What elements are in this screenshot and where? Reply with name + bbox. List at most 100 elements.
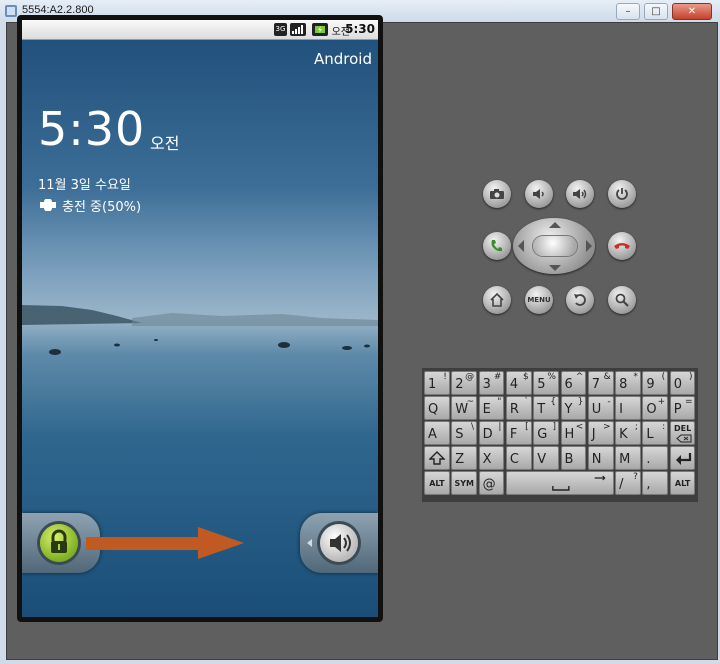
key-label: C — [509, 452, 519, 467]
key-label: 3 — [482, 377, 491, 392]
dpad-down-icon[interactable] — [549, 265, 561, 271]
key-f[interactable]: F[ — [505, 421, 532, 445]
key-alt-label: ] — [552, 422, 556, 432]
sound-tab[interactable] — [300, 513, 378, 573]
key-4[interactable]: 4 $ — [505, 371, 532, 395]
key-0[interactable]: 0) — [669, 371, 696, 395]
key-label: 7 — [591, 377, 601, 392]
key-c[interactable]: C — [505, 446, 532, 470]
menu-label: MENU — [527, 296, 551, 304]
key-at[interactable]: @ — [478, 471, 505, 495]
key-7[interactable]: 7 & — [587, 371, 614, 395]
key-label: A — [428, 427, 437, 442]
key-l[interactable]: L: — [642, 421, 669, 445]
key-slash[interactable]: /? — [615, 471, 641, 495]
camera-button[interactable] — [483, 180, 511, 208]
key-y[interactable]: Y} — [560, 396, 587, 420]
key-u[interactable]: U- — [587, 396, 614, 420]
key-shift[interactable] — [424, 446, 450, 470]
home-button[interactable] — [483, 286, 511, 314]
key-label: Q — [428, 402, 439, 417]
key-enter[interactable] — [669, 446, 696, 470]
key-k[interactable]: K; — [615, 421, 641, 445]
key-del[interactable]: DEL — [669, 421, 696, 445]
key-j[interactable]: J > — [587, 421, 614, 445]
key-2[interactable]: 2 @ — [451, 371, 478, 395]
key-g[interactable]: G] — [533, 421, 559, 445]
key-m[interactable]: M — [615, 446, 641, 470]
end-call-button[interactable] — [608, 232, 636, 260]
dpad-center-button[interactable] — [533, 236, 577, 256]
key-label: 6 — [564, 377, 573, 392]
search-icon — [615, 293, 629, 307]
key-label: P — [673, 402, 682, 417]
dpad-left-icon[interactable] — [518, 240, 524, 252]
sound-toggle-button[interactable] — [320, 524, 358, 562]
key-a[interactable]: A — [424, 421, 450, 445]
key-w[interactable]: W ~ — [451, 396, 478, 420]
key-s[interactable]: S \ — [451, 421, 478, 445]
key-sym[interactable]: SYM — [451, 471, 478, 495]
key-z[interactable]: Z — [451, 446, 478, 470]
key-9[interactable]: 9( — [642, 371, 669, 395]
status-bar[interactable]: 3G 오전 5:30 — [22, 20, 378, 40]
key-d[interactable]: D | — [478, 421, 505, 445]
key-label: 4 — [509, 377, 519, 392]
key-alt-label: | — [498, 422, 502, 432]
key-q[interactable]: Q — [424, 396, 450, 420]
key-b[interactable]: B — [560, 446, 587, 470]
key-r[interactable]: R ` — [505, 396, 532, 420]
back-button[interactable] — [566, 286, 594, 314]
key-n[interactable]: N — [587, 446, 614, 470]
key-5[interactable]: 5% — [533, 371, 559, 395]
key-alt-label: ) — [688, 372, 693, 382]
key-alt-label: = — [684, 397, 693, 407]
key-t[interactable]: T{ — [533, 396, 559, 420]
camera-icon — [490, 189, 504, 199]
dpad-right-icon[interactable] — [586, 240, 592, 252]
key-alt-label: < — [575, 422, 584, 432]
menu-button[interactable]: MENU — [525, 286, 553, 314]
key-1[interactable]: 1! — [424, 371, 450, 395]
key-8[interactable]: 8 * — [615, 371, 641, 395]
key-e[interactable]: E " — [478, 396, 505, 420]
key-space[interactable] — [505, 471, 614, 495]
key-h[interactable]: H < — [560, 421, 587, 445]
key-label: / — [619, 477, 624, 492]
key-label: E — [482, 402, 491, 417]
lockscreen-date: 11월 3일 수요일 — [38, 178, 131, 193]
power-button[interactable] — [608, 180, 636, 208]
key-6[interactable]: 6 ^ — [560, 371, 587, 395]
key-alt-label: & — [603, 372, 611, 382]
key-p[interactable]: P = — [669, 396, 696, 420]
signal-icon — [290, 23, 306, 36]
key-x[interactable]: X — [478, 446, 505, 470]
key-v[interactable]: V — [533, 446, 559, 470]
lock-button[interactable] — [40, 524, 78, 562]
minimize-button[interactable]: – — [616, 3, 640, 20]
battery-charging-icon — [312, 23, 328, 36]
close-button[interactable]: ✕ — [672, 3, 712, 20]
swipe-arrow-icon — [86, 527, 244, 559]
key-comma[interactable]: , — [642, 471, 669, 495]
volume-down-button[interactable] — [525, 180, 553, 208]
search-button[interactable] — [608, 286, 636, 314]
key-alt-label: ? — [633, 472, 638, 482]
key-alt-label: } — [577, 397, 584, 407]
key-label: H — [564, 427, 575, 442]
key-3[interactable]: 3 # — [478, 371, 505, 395]
volume-up-button[interactable] — [566, 180, 594, 208]
key-o[interactable]: O + — [642, 396, 669, 420]
call-button[interactable] — [483, 232, 511, 260]
dpad-up-icon[interactable] — [549, 222, 561, 228]
key-label: F — [509, 427, 518, 442]
key-alt-label: % — [547, 372, 556, 382]
key-alt[interactable]: ALT — [424, 471, 450, 495]
maximize-button[interactable]: □ — [644, 3, 668, 20]
phone-screen[interactable]: 3G 오전 5:30 Android 5:30 오전 11월 3일 수요일 충전… — [22, 20, 378, 617]
lock-icon — [51, 529, 67, 553]
key-period[interactable]: . — [642, 446, 669, 470]
key-label: @ — [482, 477, 496, 492]
key-alt[interactable]: ALT — [669, 471, 696, 495]
key-i[interactable]: I — [615, 396, 641, 420]
